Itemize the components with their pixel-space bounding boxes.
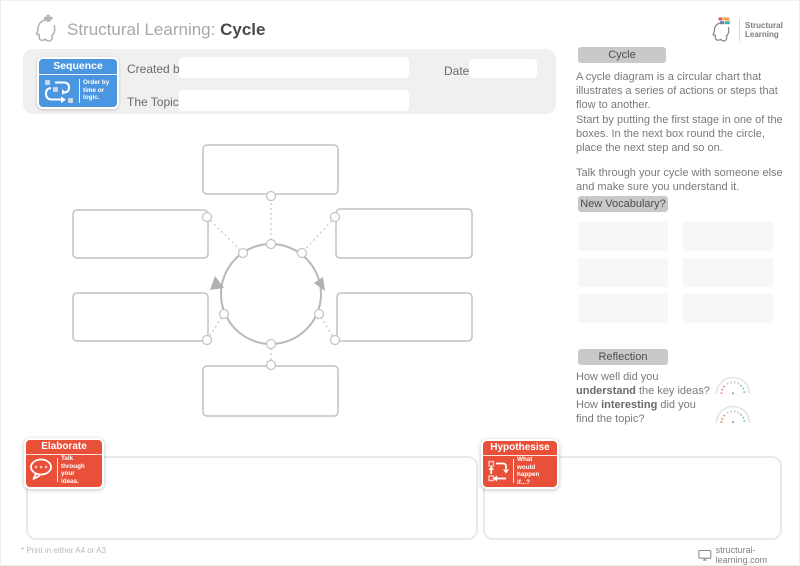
sequence-flow-icon xyxy=(42,77,78,105)
vocabulary-box[interactable] xyxy=(578,222,668,251)
vocabulary-grid xyxy=(578,222,773,323)
speech-bubble-icon xyxy=(28,457,56,483)
vocabulary-section-badge: New Vocabulary? xyxy=(578,196,668,212)
hypothesise-card-description: What would happen if...? xyxy=(517,456,547,486)
stage-box-upper-right[interactable] xyxy=(336,209,472,258)
elaborate-card-divider xyxy=(57,458,58,482)
vocabulary-box[interactable] xyxy=(578,258,668,287)
date-input[interactable] xyxy=(469,59,537,78)
interest-gauge[interactable] xyxy=(713,404,753,425)
created-by-input[interactable] xyxy=(179,57,409,78)
vocabulary-box[interactable] xyxy=(578,294,668,323)
cycle-diagram xyxy=(1,131,561,431)
brand-head-icon xyxy=(34,14,61,42)
topic-label: The Topic xyxy=(127,95,179,109)
stage-box-bottom[interactable] xyxy=(203,366,338,416)
topic-input[interactable] xyxy=(179,90,409,111)
question-bold-text: understand xyxy=(576,385,636,397)
reflection-question-understand: How well did you understand the key idea… xyxy=(576,370,716,398)
question-text: How well did you xyxy=(576,371,659,383)
worksheet-page: Structural Learning: Cycle Structural Le… xyxy=(0,0,800,566)
cycle-section-badge: Cycle xyxy=(578,47,666,63)
worksheet-type-text: Cycle xyxy=(220,20,265,39)
reflection-question-interest: How interesting did you find the topic? xyxy=(576,398,716,426)
vocabulary-box[interactable] xyxy=(683,222,773,251)
instructions-paragraph: Start by putting the first stage in one … xyxy=(576,113,791,155)
website-footer: structural-learning.com xyxy=(698,545,799,565)
created-by-label: Created by xyxy=(127,62,186,76)
sequence-method-card: Sequence Order by time or logic. xyxy=(37,57,119,109)
stage-box-lower-right[interactable] xyxy=(337,293,472,341)
header-form: Sequence Order by time or logic. Created… xyxy=(23,49,556,114)
monitor-icon xyxy=(698,549,712,562)
elaborate-card-description: Talk through your ideas. xyxy=(61,455,91,485)
print-note: * Print in either A4 or A3 xyxy=(21,546,106,555)
brand-text: Structural Learning: xyxy=(67,20,220,39)
stage-boxes xyxy=(73,145,472,416)
question-text: How xyxy=(576,399,601,411)
website-url: structural-learning.com xyxy=(716,545,799,565)
description-paragraph: A cycle diagram is a circular chart that… xyxy=(576,70,791,112)
vocabulary-box[interactable] xyxy=(683,258,773,287)
elaborate-card: Elaborate Talk through your ideas. xyxy=(24,438,104,489)
hypothesise-card-divider xyxy=(513,459,514,483)
sequence-card-description: Order by time or logic. xyxy=(83,79,115,102)
page-title: Structural Learning: Cycle xyxy=(67,20,265,40)
hypothesise-card-title: Hypothesise xyxy=(483,441,557,456)
hypothesise-card: Hypothesise What would happen if...? xyxy=(481,439,559,489)
understanding-gauge[interactable] xyxy=(713,375,753,396)
stage-box-top[interactable] xyxy=(203,145,338,194)
sequence-card-title: Sequence xyxy=(39,59,117,75)
stage-box-lower-left[interactable] xyxy=(73,293,208,341)
cycle-circle xyxy=(221,244,321,344)
discussion-paragraph: Talk through your cycle with someone els… xyxy=(576,166,791,194)
stage-box-upper-left[interactable] xyxy=(73,210,208,258)
date-label: Date xyxy=(444,64,469,78)
sequence-card-divider xyxy=(79,79,80,103)
question-bold-text: interesting xyxy=(601,399,657,411)
elaborate-card-title: Elaborate xyxy=(26,440,102,455)
question-text: the key ideas? xyxy=(636,385,710,397)
vocabulary-box[interactable] xyxy=(683,294,773,323)
reflection-section-badge: Reflection xyxy=(578,349,668,365)
cycle-loop-icon xyxy=(486,459,512,484)
